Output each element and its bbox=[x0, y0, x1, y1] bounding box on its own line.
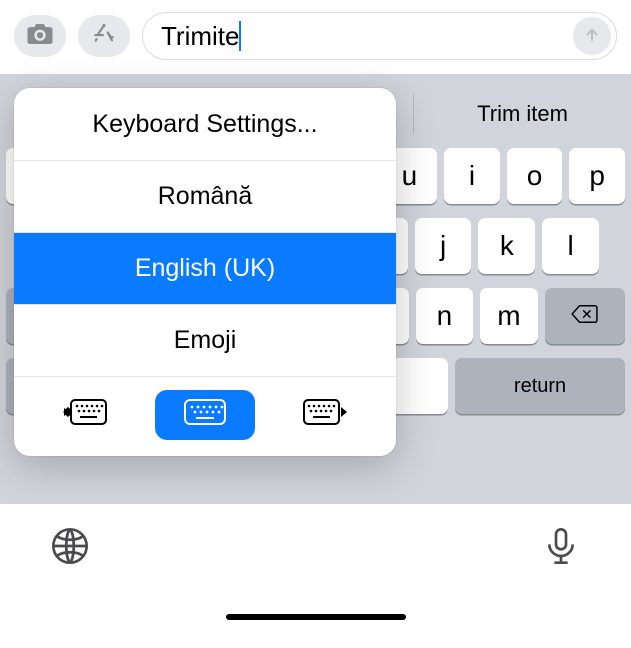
keyboard-dock-right-icon bbox=[301, 397, 347, 432]
microphone-icon bbox=[541, 553, 581, 570]
key-p[interactable]: p bbox=[569, 148, 625, 204]
menu-lang-romana[interactable]: Română bbox=[14, 160, 396, 232]
key-i[interactable]: i bbox=[444, 148, 500, 204]
arrow-up-icon bbox=[582, 21, 602, 52]
backspace-icon bbox=[570, 300, 600, 332]
key-k[interactable]: k bbox=[478, 218, 535, 274]
keyboard-dock-left-icon bbox=[63, 397, 109, 432]
text-cursor bbox=[239, 21, 241, 51]
menu-lang-emoji[interactable]: Emoji bbox=[14, 304, 396, 376]
bottom-bar bbox=[0, 504, 631, 634]
key-n[interactable]: n bbox=[416, 288, 473, 344]
globe-icon bbox=[50, 553, 90, 570]
dictation-button[interactable] bbox=[541, 526, 581, 571]
camera-icon bbox=[25, 21, 55, 52]
send-button[interactable] bbox=[573, 17, 611, 55]
app-store-icon bbox=[89, 21, 119, 52]
keyboard-icon bbox=[182, 397, 228, 432]
dock-keyboard-left[interactable] bbox=[36, 390, 137, 440]
message-input[interactable]: Trimite bbox=[142, 12, 617, 60]
return-key[interactable]: return bbox=[455, 358, 625, 414]
key-l[interactable]: l bbox=[542, 218, 599, 274]
key-o[interactable]: o bbox=[507, 148, 563, 204]
globe-button[interactable] bbox=[50, 526, 90, 571]
camera-button[interactable] bbox=[14, 15, 66, 57]
apps-button[interactable] bbox=[78, 15, 130, 57]
keyboard-dock-row bbox=[14, 376, 396, 456]
dock-keyboard-center[interactable] bbox=[155, 390, 256, 440]
menu-keyboard-settings[interactable]: Keyboard Settings... bbox=[14, 88, 396, 160]
suggestion-right[interactable]: Trim item bbox=[414, 86, 631, 142]
key-j[interactable]: j bbox=[415, 218, 472, 274]
backspace-key[interactable] bbox=[545, 288, 625, 344]
dock-keyboard-right[interactable] bbox=[273, 390, 374, 440]
keyboard-language-menu: Keyboard Settings... Română English (UK)… bbox=[14, 88, 396, 456]
home-indicator[interactable] bbox=[226, 614, 406, 620]
menu-lang-english-uk[interactable]: English (UK) bbox=[14, 232, 396, 304]
key-m[interactable]: m bbox=[480, 288, 537, 344]
compose-bar: Trimite bbox=[0, 0, 631, 74]
message-input-text: Trimite bbox=[161, 21, 239, 52]
